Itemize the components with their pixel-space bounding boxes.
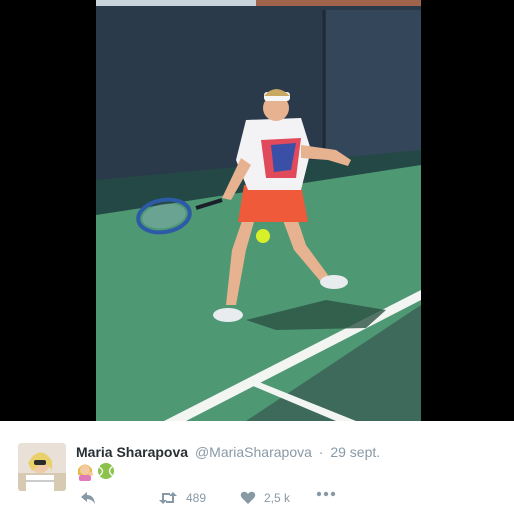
retweet-icon: [159, 492, 177, 504]
woman-tipping-hand-icon: [78, 464, 93, 481]
reply-icon: [81, 492, 95, 504]
more-dots-icon: [316, 491, 336, 497]
avatar[interactable]: [18, 443, 66, 491]
tweet-media[interactable]: [0, 0, 514, 421]
tennis-photo: [96, 0, 421, 421]
tennis-ball-icon: [98, 463, 114, 479]
heart-icon: [240, 491, 256, 504]
more-button[interactable]: [316, 491, 336, 497]
retweet-count: 489: [186, 491, 207, 505]
author-name[interactable]: Maria Sharapova: [76, 444, 188, 460]
tweet-text: [76, 461, 120, 481]
avatar-image: [18, 443, 66, 491]
like-count: 2,5 k: [264, 491, 291, 505]
reply-button[interactable]: [80, 491, 96, 505]
separator: ·: [318, 444, 324, 460]
retweet-button[interactable]: 489: [158, 491, 206, 505]
tweet-date[interactable]: 29 sept.: [330, 444, 380, 460]
like-button[interactable]: 2,5 k: [240, 491, 290, 505]
tweet-footer: Maria Sharapova @MariaSharapova · 29 sep…: [0, 421, 514, 526]
author-handle[interactable]: @MariaSharapova: [195, 444, 312, 460]
tweet-actions: 489 2,5 k: [76, 491, 376, 511]
tweet-header: Maria Sharapova @MariaSharapova · 29 sep…: [76, 443, 380, 461]
